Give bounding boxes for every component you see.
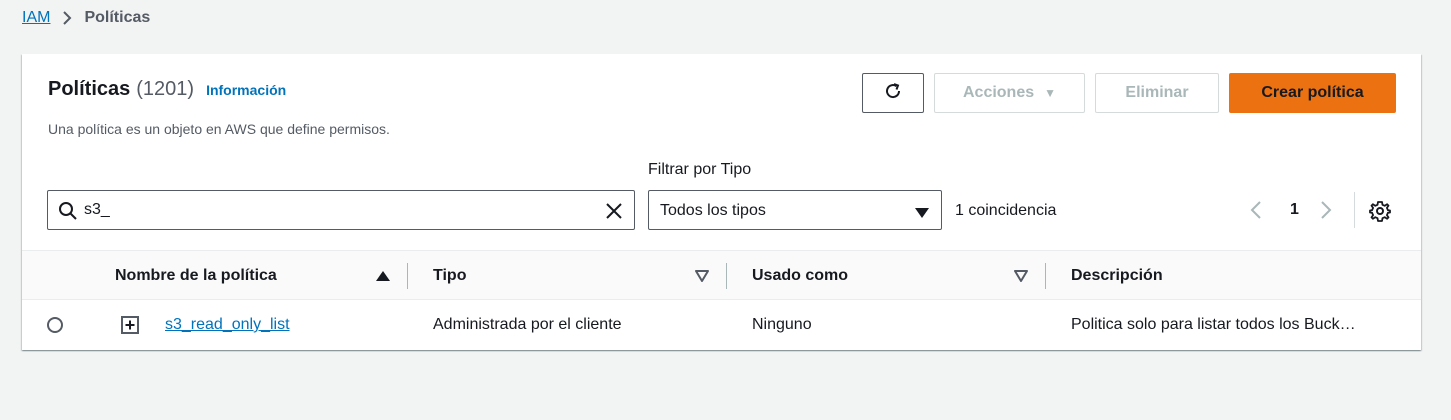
caret-down-icon <box>915 205 929 223</box>
policies-panel: Políticas (1201) Información Una polític… <box>22 54 1421 350</box>
table-header: Nombre de la política Tipo Usado como De… <box>22 250 1421 300</box>
actions-dropdown-button[interactable]: Acciones ▼ <box>934 73 1085 113</box>
sort-icon[interactable] <box>1014 269 1028 287</box>
column-divider[interactable] <box>726 263 727 289</box>
search-input[interactable] <box>84 191 594 229</box>
policy-used-as: Ninguno <box>752 316 812 333</box>
pager-divider <box>1354 192 1355 228</box>
type-filter-select[interactable]: Todos los tipos <box>648 190 942 230</box>
chevron-right-icon <box>62 10 72 26</box>
page-number[interactable]: 1 <box>1290 201 1299 219</box>
panel-description: Una política es un objeto en AWS que def… <box>48 121 390 137</box>
column-header-description[interactable]: Descripción <box>1071 267 1163 285</box>
delete-button[interactable]: Eliminar <box>1095 73 1219 113</box>
refresh-button[interactable] <box>862 73 924 113</box>
create-policy-button[interactable]: Crear política <box>1229 73 1396 113</box>
search-field[interactable] <box>47 190 635 230</box>
column-header-name[interactable]: Nombre de la política <box>115 267 277 285</box>
policy-name-link[interactable]: s3_read_only_list <box>165 316 290 334</box>
previous-page-icon[interactable] <box>1249 200 1263 225</box>
match-count: 1 coincidencia <box>955 202 1057 219</box>
row-select-radio[interactable] <box>47 317 63 333</box>
filter-type-label: Filtrar por Tipo <box>648 161 752 178</box>
expand-icon[interactable] <box>121 316 139 339</box>
breadcrumb: IAM Políticas <box>22 8 150 28</box>
column-header-type[interactable]: Tipo <box>433 267 466 285</box>
policy-count: (1201) <box>136 78 195 100</box>
actions-label: Acciones <box>962 84 1035 101</box>
column-divider[interactable] <box>1045 263 1046 289</box>
gear-icon[interactable] <box>1369 200 1391 227</box>
next-page-icon[interactable] <box>1319 200 1333 225</box>
sort-ascending-icon[interactable] <box>376 269 390 287</box>
clear-icon[interactable] <box>604 201 624 226</box>
refresh-icon <box>883 81 903 106</box>
policy-description: Politica solo para listar todos los Buck… <box>1071 316 1356 333</box>
policy-type: Administrada por el cliente <box>433 316 622 333</box>
column-divider[interactable] <box>407 263 408 289</box>
type-filter-value: Todos los tipos <box>660 202 766 219</box>
column-header-used-as[interactable]: Usado como <box>752 267 848 285</box>
breadcrumb-iam-link[interactable]: IAM <box>22 9 50 27</box>
page-title: Políticas <box>48 78 131 100</box>
search-icon <box>58 201 78 226</box>
breadcrumb-current: Políticas <box>84 9 151 26</box>
caret-down-icon: ▼ <box>1044 86 1057 100</box>
sort-icon[interactable] <box>695 269 709 287</box>
info-link[interactable]: Información <box>206 82 286 98</box>
table-row[interactable]: s3_read_only_list Administrada por el cl… <box>22 300 1421 350</box>
panel-header: Políticas (1201) Información <box>48 78 286 101</box>
